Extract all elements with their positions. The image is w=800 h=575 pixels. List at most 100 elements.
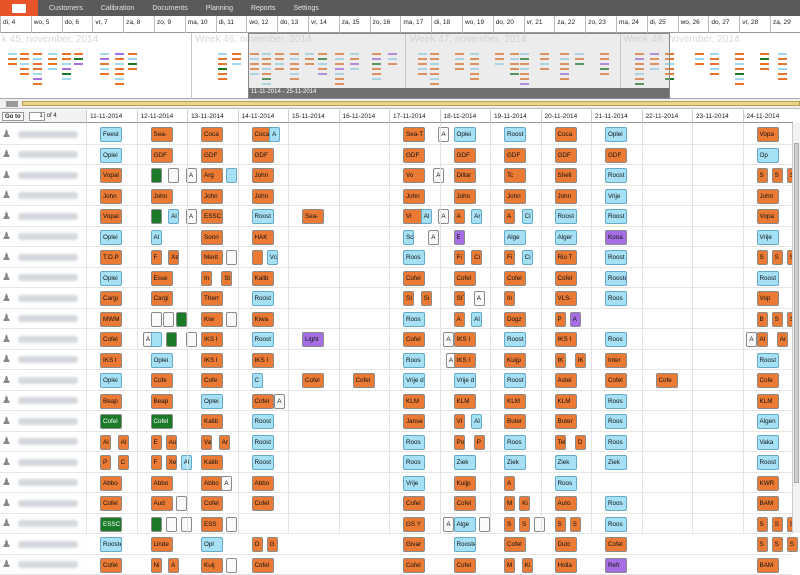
appointment-block[interactable] [226,250,237,265]
appointment-block[interactable]: Roos [403,312,425,327]
appointment-block[interactable]: Janse [403,414,425,429]
employee-cell[interactable]: ♟ [2,371,86,389]
appointment-block[interactable]: Vo [403,168,425,183]
grid-scroll-thumb[interactable] [794,143,799,483]
app-logo-button[interactable] [0,0,38,16]
appointment-block[interactable]: Auto [555,496,577,511]
appointment-block[interactable] [163,312,174,327]
appointment-block[interactable]: S [772,517,783,532]
appointment-block[interactable]: Roost [555,209,577,224]
appointment-block[interactable]: A [269,127,280,142]
appointment-block[interactable]: Refr [605,558,627,573]
appointment-block[interactable]: Al [471,312,482,327]
appointment-block[interactable]: Roos [403,353,425,368]
appointment-block[interactable]: IKS I [555,332,577,347]
appointment-block[interactable]: Alger [555,230,577,245]
appointment-block[interactable]: Kuijp [504,353,526,368]
menu-item-calibration[interactable]: Calibration [94,5,141,12]
appointment-block[interactable]: A [274,394,285,409]
appointment-block[interactable]: A [443,517,454,532]
employee-cell[interactable]: ♟ [2,125,86,143]
appointment-block[interactable]: Roos [403,250,425,265]
appointment-block[interactable]: A [504,209,515,224]
appointment-block[interactable]: Diltar [454,168,476,183]
appointment-block[interactable]: Al [168,209,179,224]
appointment-block[interactable]: Al [471,414,482,429]
employee-cell[interactable]: ♟ [2,146,86,164]
employee-cell[interactable]: ♟ [2,289,86,307]
appointment-block[interactable]: Rio T [555,250,577,265]
appointment-block[interactable]: Tel [555,435,566,450]
appointment-block[interactable]: Vop [757,291,779,306]
appointment-block[interactable]: Coca [555,127,577,142]
appointment-block[interactable]: John [504,189,526,204]
appointment-block[interactable]: ESSC [100,517,122,532]
employee-cell[interactable]: ♟ [2,515,86,533]
appointment-block[interactable]: Roos [605,332,627,347]
appointment-block[interactable]: Roost [252,414,274,429]
appointment-block[interactable]: Ar [777,332,788,347]
appointment-block[interactable]: Cofel [403,496,425,511]
appointment-block[interactable]: Oplei [201,394,223,409]
appointment-block[interactable]: Light [302,332,324,347]
appointment-block[interactable]: Roost [757,353,779,368]
appointment-block[interactable]: F [151,455,162,470]
appointment-block[interactable]: Roost [605,168,627,183]
timeline-scroll-thumb[interactable] [22,101,800,106]
appointment-block[interactable]: Vaka [757,435,779,450]
appointment-block[interactable]: IKS I [201,353,223,368]
appointment-block[interactable]: Holla [555,558,577,573]
appointment-block[interactable]: Kalib [201,455,223,470]
appointment-block[interactable]: KLM [454,394,476,409]
appointment-block[interactable]: E [151,435,162,450]
appointment-block[interactable] [176,496,187,511]
menu-item-reports[interactable]: Reports [244,5,283,12]
appointment-block[interactable]: Cofel [100,558,122,573]
appointment-block[interactable] [151,312,162,327]
appointment-block[interactable]: M [504,496,515,511]
appointment-block[interactable]: Ar [471,209,482,224]
appointment-block[interactable]: Cofel [504,537,526,552]
appointment-block[interactable]: ESSC [201,209,223,224]
appointment-block[interactable]: KWR [757,476,779,491]
employee-cell[interactable]: ♟ [2,494,86,512]
appointment-block[interactable]: Cofel [302,373,324,388]
appointment-block[interactable]: A [570,312,581,327]
appointment-block[interactable]: S [504,517,515,532]
appointment-block[interactable]: Roost [504,127,526,142]
appointment-block[interactable]: Cargi [100,291,122,306]
appointment-block[interactable]: S [757,537,768,552]
appointment-block[interactable]: Sonn [201,230,223,245]
appointment-block[interactable]: S [787,537,798,552]
appointment-block[interactable]: Cofel [201,496,223,511]
appointment-block[interactable]: KLM [757,394,779,409]
appointment-block[interactable]: Al [118,435,129,450]
appointment-block[interactable]: Roos [504,435,526,450]
appointment-block[interactable]: Ci [471,250,482,265]
employee-cell[interactable]: ♟ [2,556,86,574]
appointment-block[interactable]: Vrije d [403,373,425,388]
appointment-block[interactable]: John [201,189,223,204]
appointment-block[interactable]: KLM [403,394,425,409]
appointment-block[interactable]: G [267,537,278,552]
appointment-block[interactable] [226,517,237,532]
appointment-block[interactable]: BAM [757,558,779,573]
appointment-block[interactable]: Kuij [201,558,223,573]
appointment-block[interactable]: S [555,517,566,532]
appointment-block[interactable]: Cofel [403,271,425,286]
appointment-block[interactable] [252,250,263,265]
appointment-block[interactable]: Roost [252,455,274,470]
appointment-block[interactable] [176,312,187,327]
appointment-block[interactable] [226,312,237,327]
appointment-block[interactable]: M [504,558,515,573]
appointment-block[interactable]: Algen [757,414,779,429]
appointment-block[interactable]: S [757,250,768,265]
appointment-block[interactable]: C [118,455,129,470]
appointment-block[interactable]: Cofel [252,496,274,511]
appointment-block[interactable]: John [151,189,173,204]
page-input[interactable] [29,112,45,121]
appointment-block[interactable]: Roost [252,209,274,224]
appointment-block[interactable]: Oplei [151,353,173,368]
appointment-block[interactable] [166,517,177,532]
appointment-block[interactable]: Cofe [757,373,779,388]
